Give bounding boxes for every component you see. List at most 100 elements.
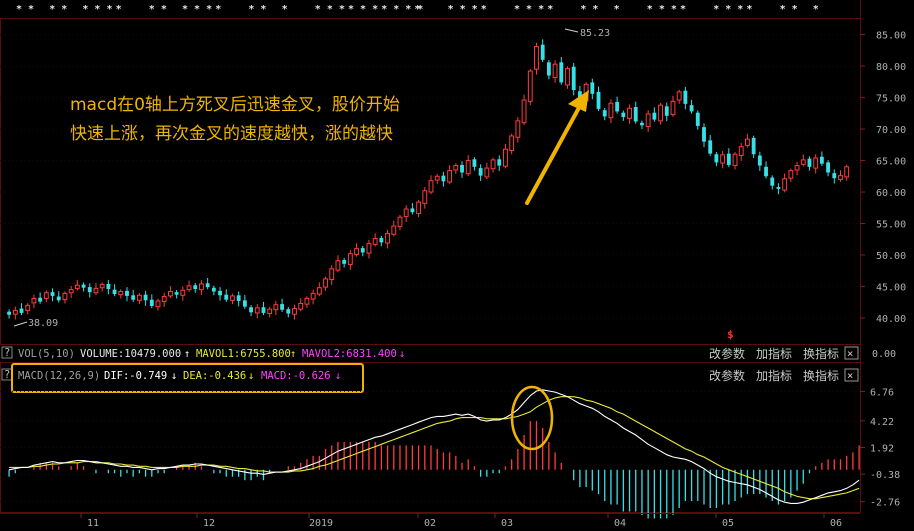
vol-switch-indicator-button[interactable]: 换指标 [803,346,839,361]
candlestick [800,154,806,167]
candlestick [776,183,781,195]
candlestick [465,155,471,176]
top-marker[interactable]: * * [580,4,598,15]
top-marker[interactable]: * * * [182,4,212,15]
price-y-tick-label: 40.00 [876,314,906,325]
macd-switch-indicator-button[interactable]: 换指标 [803,368,839,383]
vol-mavol1-arrow: ↑ [184,348,190,360]
top-marker[interactable]: * [481,4,487,15]
candlestick [826,160,831,177]
candlestick [645,110,651,132]
macd-add-indicator-button[interactable]: 加指标 [756,368,792,383]
top-marker[interactable]: * * [248,4,266,15]
macd-y-tick-label: 4.22 [870,417,894,428]
candlestick [354,243,359,257]
top-marker[interactable]: * * * [315,4,345,15]
candlestick [621,110,626,121]
candlestick [670,95,676,117]
top-marker[interactable]: * [116,4,122,15]
vol-indicator-name: VOL(5,10) [18,348,75,360]
macd-dif-value: DIF:-0.749 [104,370,167,382]
panel-frames [0,18,861,513]
top-marker[interactable]: * * [780,4,798,15]
dif-line [8,389,860,504]
candlestick [7,309,12,319]
vol-mavol2-down-arrow: ↓ [399,348,405,360]
macd-help-label[interactable]: ? [4,369,10,381]
x-tick-label: 04 [614,518,626,529]
candlestick [280,298,285,312]
candlestick [571,62,576,96]
candlestick [695,110,700,130]
candlestick [106,280,111,295]
top-marker[interactable]: * * [49,4,67,15]
candlestick [136,293,142,305]
candlestick [596,86,601,112]
low-price-annotation: 38.09 [13,318,58,329]
dividend-marker[interactable]: $ [727,328,734,341]
price-y-tick-label: 85.00 [876,31,906,42]
candlestick-series [7,39,850,320]
candlestick [640,120,644,130]
candlestick [838,170,843,182]
candlestick [385,229,390,249]
candlestick [81,282,86,292]
macd-y-tick-label: 1.92 [870,444,894,455]
candlestick [323,276,328,291]
vol-add-indicator-button[interactable]: 加指标 [756,346,792,361]
top-marker[interactable]: * [414,4,420,15]
top-marker[interactable]: * * * [647,4,677,15]
vol-right-value: 0.00 [872,349,896,360]
price-y-tick-label: 65.00 [876,157,906,168]
candlestick [807,156,812,171]
top-marker[interactable]: * [282,4,288,15]
candlestick [615,96,620,114]
top-marker[interactable]: * [680,4,686,15]
top-marker[interactable]: * * * [82,4,112,15]
macd-params-button[interactable]: 改参数 [709,368,745,383]
vol-params-button[interactable]: 改参数 [709,346,745,361]
top-marker[interactable]: * [813,4,819,15]
candlestick [254,304,260,319]
candlestick [50,288,55,302]
top-marker[interactable]: * * [16,4,34,15]
price-y-tick-label: 70.00 [876,125,906,136]
top-marker[interactable]: * * * [448,4,478,15]
macd-y-tick-label: -0.38 [870,470,900,481]
top-marker[interactable]: * [746,4,752,15]
candlestick [764,161,768,179]
top-marker[interactable]: * [614,4,620,15]
top-marker[interactable]: * [547,4,553,15]
candlestick [62,291,68,304]
candlestick [689,99,694,114]
top-marker[interactable]: * * * [713,4,743,15]
candlestick [478,164,483,181]
candlestick [174,289,179,299]
candlestick [503,143,508,169]
top-marker[interactable]: * [215,4,221,15]
vol-mavol2-value: MAVOL2:6831.400 [302,348,397,360]
candlestick [714,152,719,167]
candlestick [509,133,515,155]
macd-y-tick-label: -2.76 [870,498,900,509]
top-marker[interactable]: * * [149,4,167,15]
candlestick [316,282,322,297]
top-marker[interactable]: * * * [348,4,378,15]
candlestick [131,289,136,302]
candlestick [552,60,558,83]
macd-y-tick-label: 6.76 [870,387,894,398]
macd-y-axis: 6.76 4.22 1.92 -0.38 -2.76 [860,387,900,509]
low-price-pointer [13,321,28,327]
candlestick [38,292,43,304]
candlestick [31,294,37,309]
candlestick [832,169,837,184]
candlestick [497,155,502,171]
vol-close-icon[interactable]: × [847,348,853,360]
vol-help-label[interactable]: ? [4,347,10,359]
macd-close-icon[interactable]: × [847,370,853,382]
top-marker[interactable]: * * * [514,4,544,15]
candlestick [112,284,117,297]
price-y-axis: 85.00 80.00 75.00 70.00 65.00 60.00 55.00 50.00… [860,31,906,325]
candlestick [460,161,464,178]
x-tick-label: 05 [722,518,734,529]
